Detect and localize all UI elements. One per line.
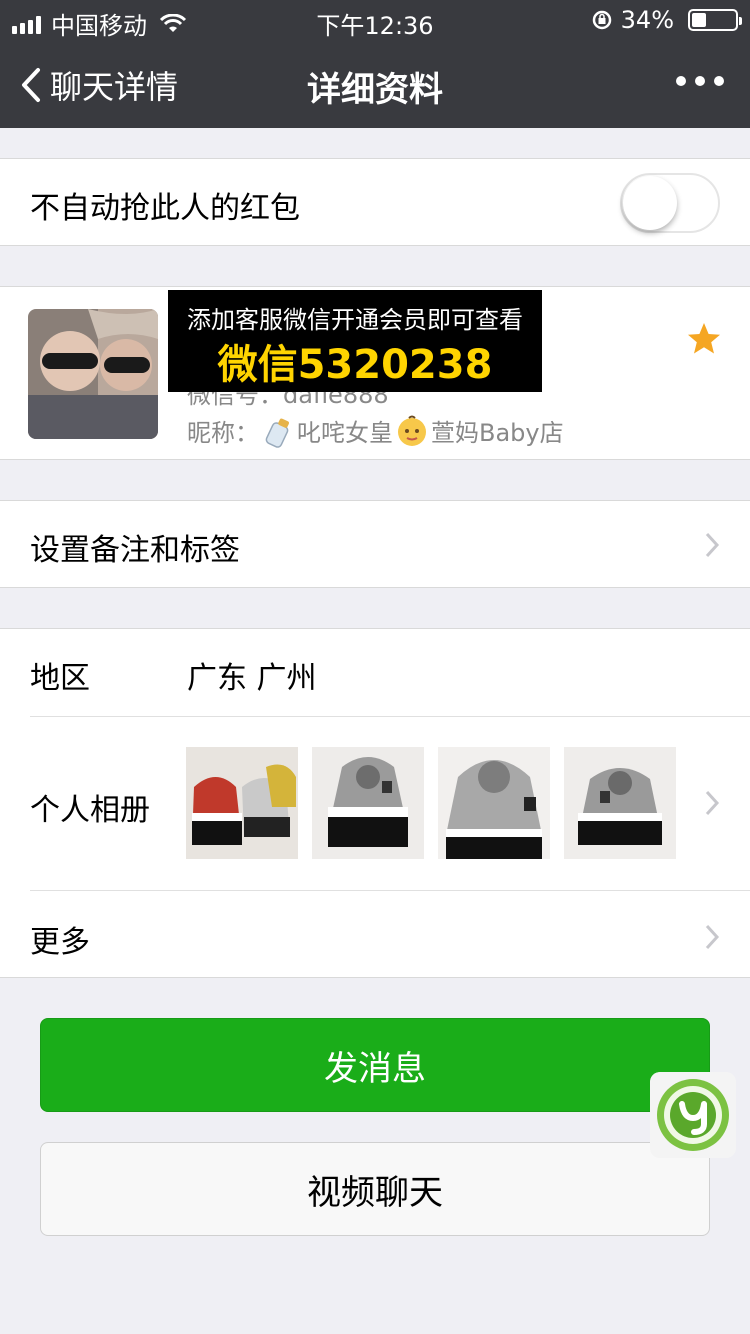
battery-percent: 34% bbox=[620, 6, 674, 34]
overlay-ad-line1: 添加客服微信开通会员即可查看 bbox=[187, 306, 523, 334]
remark-tags-label: 设置备注和标签 bbox=[30, 533, 240, 568]
red-packet-row: 不自动抢此人的红包 bbox=[0, 158, 750, 246]
nickname-line: 昵称： 叱咤女皇 萱妈Baby店 bbox=[187, 413, 564, 448]
album-row[interactable]: 个人相册 bbox=[0, 717, 750, 891]
album-photo[interactable] bbox=[564, 747, 676, 859]
more-options-button[interactable] bbox=[676, 76, 724, 86]
toggle-knob bbox=[623, 176, 677, 230]
info-group: 地区 广东 广州 个人相册 更多 bbox=[0, 628, 750, 978]
page-title: 详细资料 bbox=[307, 70, 443, 110]
more-row[interactable]: 更多 bbox=[0, 891, 750, 979]
dot-icon bbox=[695, 76, 705, 86]
chevron-right-icon bbox=[705, 532, 720, 558]
video-chat-button[interactable]: 视频聊天 bbox=[40, 1142, 710, 1236]
status-right: 34% bbox=[591, 6, 742, 34]
album-label: 个人相册 bbox=[30, 793, 150, 828]
red-packet-label: 不自动抢此人的红包 bbox=[30, 191, 300, 226]
nickname-suffix: 萱妈Baby店 bbox=[431, 419, 564, 447]
nickname: 叱咤女皇 bbox=[297, 419, 393, 447]
battery-fill bbox=[692, 13, 706, 27]
battery-icon bbox=[688, 9, 742, 31]
remark-tags-row[interactable]: 设置备注和标签 bbox=[0, 500, 750, 588]
dot-icon bbox=[676, 76, 686, 86]
rotation-lock-icon bbox=[592, 10, 611, 30]
region-row: 地区 广东 广州 bbox=[0, 629, 750, 717]
album-photo[interactable] bbox=[186, 747, 298, 859]
baby-bottle-icon bbox=[265, 418, 289, 448]
send-message-button[interactable]: 发消息 bbox=[40, 1018, 710, 1112]
chevron-right-icon bbox=[705, 790, 720, 816]
navigation-bar: 聊天详情 详细资料 bbox=[0, 40, 750, 128]
status-bar: 中国移动 下午12:36 34% bbox=[0, 0, 750, 40]
region-value: 广东 广州 bbox=[187, 661, 317, 696]
star-icon[interactable] bbox=[686, 321, 722, 357]
more-label: 更多 bbox=[30, 925, 90, 960]
avatar-photo bbox=[28, 309, 158, 439]
overlay-ad-banner: 添加客服微信开通会员即可查看 微信5320238 bbox=[168, 290, 542, 392]
floating-app-icon[interactable] bbox=[650, 1072, 736, 1158]
nickname-label: 昵称： bbox=[187, 419, 259, 447]
album-photo[interactable] bbox=[312, 747, 424, 859]
chevron-right-icon bbox=[705, 924, 720, 950]
dot-icon bbox=[714, 76, 724, 86]
baby-face-icon bbox=[398, 415, 426, 446]
region-label: 地区 bbox=[30, 661, 90, 696]
red-packet-toggle[interactable] bbox=[620, 173, 720, 233]
overlay-ad-line2: 微信5320238 bbox=[217, 342, 493, 388]
avatar[interactable] bbox=[28, 309, 158, 439]
album-photo[interactable] bbox=[438, 747, 550, 859]
